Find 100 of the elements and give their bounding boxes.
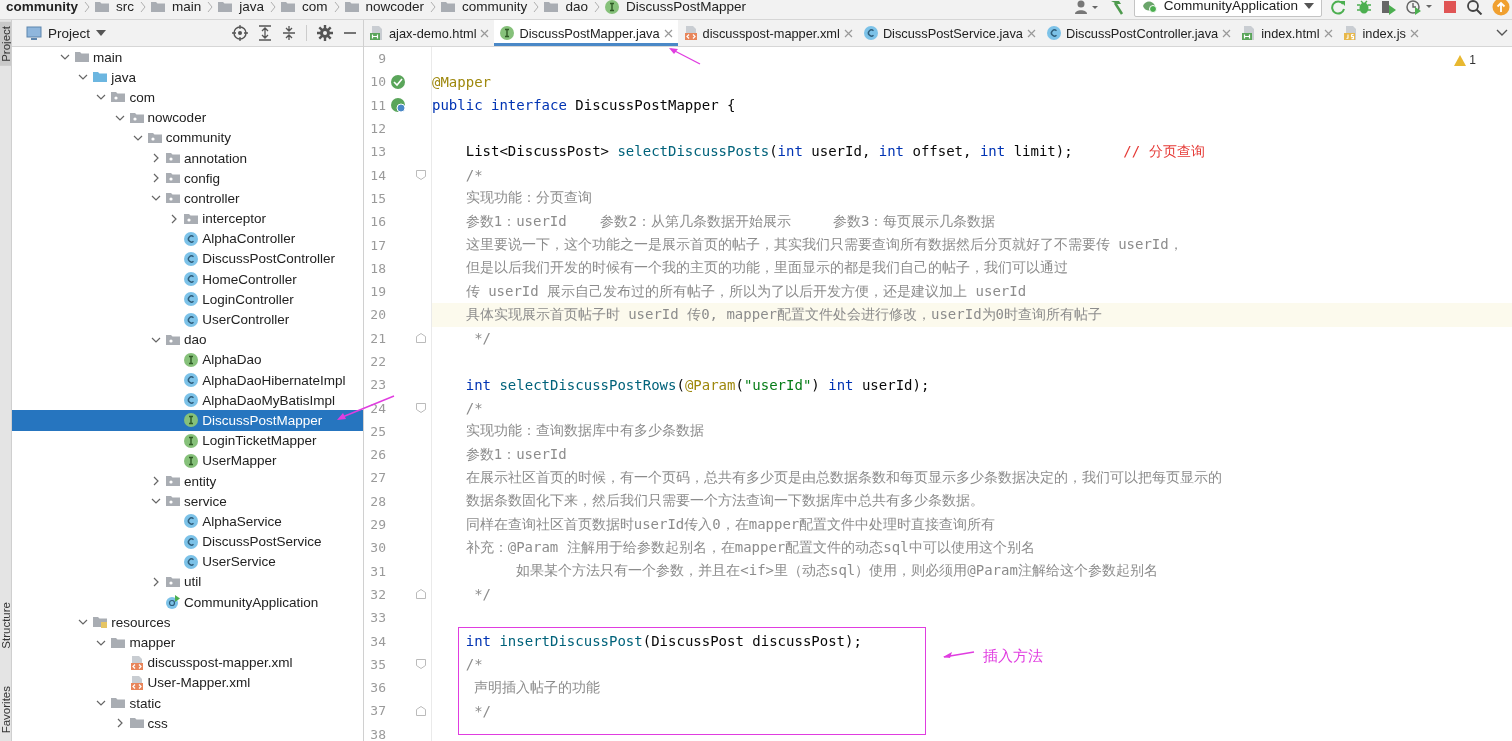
line-number: 15 — [369, 190, 386, 206]
line-number: 37 — [369, 703, 386, 719]
tree-item[interactable]: LoginTicketMapper — [12, 430, 363, 451]
tree-item[interactable]: config — [12, 168, 363, 189]
run-configuration-dropdown[interactable]: CommunityApplication — [1133, 0, 1322, 17]
editor-tab[interactable]: DiscussPostMapper.java — [494, 20, 678, 46]
code-line: 同样在查询社区首页数据时userId传入0，在mapper配置文件中处理时直接查询所有 — [464, 515, 996, 534]
code-line: /* — [464, 400, 483, 417]
tree-item[interactable]: service — [12, 491, 363, 512]
tree-item[interactable]: annotation — [12, 147, 363, 169]
code-line: 传 userId 展示自己发布过的所有帖子，所以为了以后开发方便，还是建议加上 userId — [464, 282, 1027, 301]
editor-tab[interactable]: index.js — [1337, 20, 1424, 46]
line-number: 18 — [369, 260, 386, 276]
code-line: 实现功能：分页查询 — [464, 189, 592, 208]
breadcrumb-item[interactable]: com — [300, 0, 330, 14]
breadcrumb-item[interactable]: community — [460, 0, 530, 14]
line-number: 13 — [369, 144, 386, 160]
line-number: 19 — [369, 284, 386, 300]
editor-tab[interactable]: DiscussPostService.java — [857, 20, 1041, 46]
line-number: 26 — [369, 447, 386, 463]
tree-item[interactable]: interceptor — [12, 208, 363, 229]
tree-item[interactable]: static — [12, 693, 363, 714]
tree-item[interactable]: LoginController — [12, 289, 363, 310]
line-number: 11 — [369, 97, 386, 113]
breadcrumb-item[interactable]: DiscussPostMapper — [623, 0, 748, 14]
code-line: 参数1：userId — [464, 445, 567, 464]
code-line: */ — [473, 330, 491, 347]
line-number: 22 — [369, 354, 386, 369]
tree-item[interactable]: AlphaDaoHibernateImpl — [12, 370, 363, 391]
code-line: /* — [464, 167, 483, 184]
code-line: @Mapper — [432, 73, 491, 90]
tree-item[interactable]: DiscussPostController — [12, 248, 363, 270]
breadcrumb-item[interactable]: dao — [563, 0, 590, 14]
code-line: 在展示社区首页的时候，有一个页码，总共有多少页是由总数据条数和每页显示多少条数据决定的，我们可以把每页显示的 — [464, 469, 1222, 487]
editor-tab[interactable]: DiscussPostController.java — [1041, 20, 1237, 46]
code-line: public interface DiscussPostMapper { — [432, 97, 736, 114]
tree-item[interactable]: community — [12, 127, 363, 148]
line-number: 35 — [369, 656, 386, 672]
editor-tab[interactable]: discusspost-mapper.xml — [677, 20, 858, 46]
code-line: 补充：@Param 注解用于给参数起别名，在mapper配置文件的动态sql中可以使用这个别名 — [464, 538, 1035, 557]
code-line: 参数1：userId 参数2：从第几条数据开始展示 参数3：每页展示几条数据 — [464, 212, 996, 231]
line-number: 16 — [369, 214, 386, 230]
line-number: 29 — [369, 517, 386, 533]
tree-item[interactable]: UserMapper — [12, 450, 363, 471]
line-number: 27 — [369, 470, 386, 486]
line-number: 10 — [369, 74, 386, 90]
tree-item[interactable]: DiscussPostMapper — [12, 410, 363, 431]
tree-item[interactable]: AlphaDaoMyBatisImpl — [12, 390, 363, 411]
code-line: 这里要说一下，这个功能之一是展示首页的帖子，其实我们只需要查询所有数据然后分页就好了不需要传 userId， — [464, 236, 1183, 254]
tree-item[interactable]: nowcoder — [12, 107, 363, 128]
editor-tab[interactable]: index.html — [1236, 20, 1338, 46]
tree-item[interactable]: resources — [12, 612, 363, 633]
tree-item[interactable]: entity — [12, 470, 363, 492]
code-line: 但是以后我们开发的时候有一个我的主页的功能，里面显示的都是我们自己的帖子，我们可以通过 — [464, 259, 1068, 278]
editor-tab[interactable]: ajax-demo.html — [364, 20, 495, 46]
tree-item[interactable]: discusspost-mapper.xml — [12, 652, 363, 673]
code-line: /* — [464, 656, 483, 673]
tree-item[interactable]: main — [12, 47, 363, 68]
line-number: 23 — [369, 377, 386, 393]
breadcrumb-item[interactable]: community — [4, 0, 80, 14]
line-number: 21 — [369, 330, 386, 346]
tree-item[interactable]: controller — [12, 188, 363, 209]
breadcrumb-item[interactable]: java — [237, 0, 267, 14]
code-line: 具体实现展示首页帖子时 userId 传0, mapper配置文件处会进行修改，userId为0时查询所有帖子 — [464, 305, 1102, 324]
line-number: 32 — [369, 586, 386, 602]
tree-item[interactable]: DiscussPostService — [12, 531, 363, 552]
line-number: 33 — [369, 610, 386, 626]
tree-item[interactable]: UserService — [12, 551, 363, 572]
tree-item[interactable]: AlphaDao — [12, 349, 363, 370]
line-number: 30 — [369, 540, 386, 556]
tree-item[interactable]: dao — [12, 329, 363, 350]
tree-item[interactable]: java — [12, 67, 363, 88]
tree-item[interactable]: util — [12, 571, 363, 593]
code-line: */ — [473, 586, 491, 603]
code-line: */ — [473, 702, 491, 719]
line-number: 38 — [369, 726, 386, 741]
code-line: int insertDiscussPost(DiscussPost discussPost); — [464, 633, 862, 650]
tree-item[interactable]: UserController — [12, 309, 363, 330]
tree-item[interactable]: User-Mapper.xml — [12, 672, 363, 693]
tree-item[interactable]: AlphaController — [12, 228, 363, 249]
line-number: 36 — [369, 680, 386, 696]
breadcrumb-item[interactable]: main — [170, 0, 204, 14]
breadcrumb-item[interactable]: nowcoder — [363, 0, 427, 14]
code-line: 数据条数固化下来，然后我们只需要一个方法查询一下数据库中总共有多少条数据。 — [464, 492, 984, 511]
warning-indicator[interactable]: 1 — [1454, 53, 1476, 67]
tree-item[interactable]: AlphaService — [12, 511, 363, 532]
line-number: 20 — [369, 307, 386, 323]
project-view-selector[interactable]: Project — [26, 25, 107, 41]
tree-item[interactable]: mapper — [12, 632, 363, 653]
breadcrumb-item[interactable]: src — [114, 0, 136, 14]
tree-item[interactable]: HomeController — [12, 269, 363, 290]
line-number: 9 — [377, 51, 386, 67]
code-line: List<DiscussPost> selectDiscussPosts(int userId, int offset, int limit); // 分页查询 — [464, 142, 1205, 161]
code-line: 实现功能：查询数据库中有多少条数据 — [464, 422, 704, 441]
tree-item[interactable]: CommunityApplication — [12, 592, 363, 613]
tree-item[interactable]: css — [12, 713, 363, 734]
line-number: 28 — [369, 493, 386, 509]
tree-item[interactable]: com — [12, 87, 363, 108]
code-line: int selectDiscussPostRows(@Param("userId") int userId); — [464, 376, 930, 393]
line-number: 34 — [369, 633, 386, 649]
